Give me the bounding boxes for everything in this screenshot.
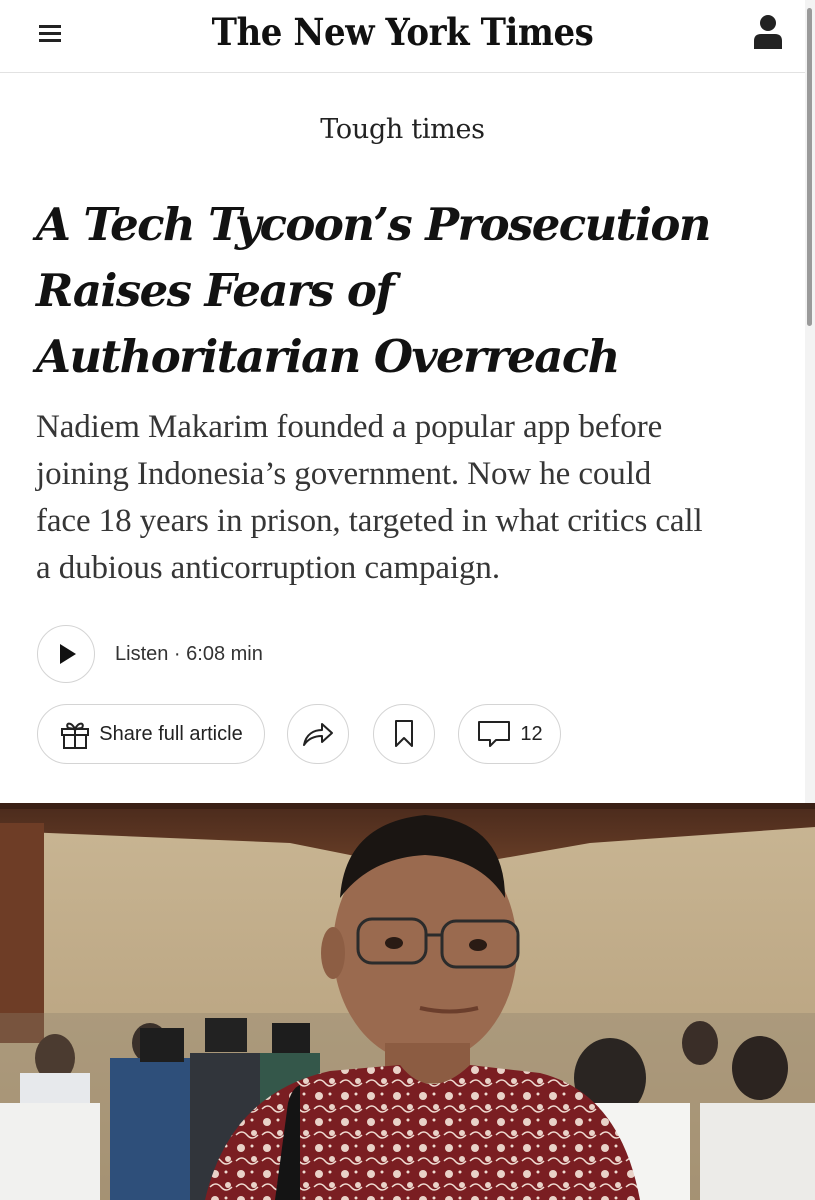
summary-line: a dubious anticorruption campaign. [36, 550, 500, 586]
article-photo [0, 803, 815, 1200]
listen-button[interactable]: Listen · 6:08 min [37, 624, 263, 684]
summary-line: joining Indonesia’s government. Now he c… [36, 456, 652, 492]
summary-line: face 18 years in prison, targeted in wha… [36, 503, 703, 539]
article-kicker: Tough times [320, 114, 485, 145]
gift-icon [61, 722, 90, 749]
summary-line: Nadiem Makarim founded a popular app bef… [36, 409, 663, 445]
headline-line: A Tech Tycoon’s Prosecution [36, 198, 711, 251]
share-arrow-icon [303, 723, 333, 746]
site-logo[interactable]: The New York Times [32, 10, 773, 54]
comment-icon [478, 721, 511, 747]
save-article-button[interactable] [373, 704, 435, 764]
scrollbar-thumb[interactable] [807, 8, 812, 326]
site-header: The New York Times [0, 0, 805, 73]
comments-button[interactable]: 12 [458, 704, 561, 764]
bookmark-icon [395, 720, 413, 747]
headline-line: Authoritarian Overreach [36, 330, 620, 383]
comments-count: 12 [520, 722, 543, 745]
user-account-icon[interactable] [752, 13, 784, 51]
share-button[interactable] [287, 704, 349, 764]
headline-line: Raises Fears of [36, 264, 395, 317]
listen-label: Listen · 6:08 min [115, 642, 263, 665]
article-summary: Nadiem Makarim founded a popular app bef… [36, 404, 796, 592]
share-full-article-button[interactable]: Share full article [37, 704, 265, 764]
share-full-article-label: Share full article [99, 722, 243, 745]
article-headline: A Tech Tycoon’s Prosecution Raises Fears… [36, 192, 776, 390]
play-icon [60, 644, 76, 664]
play-button[interactable] [37, 625, 95, 683]
